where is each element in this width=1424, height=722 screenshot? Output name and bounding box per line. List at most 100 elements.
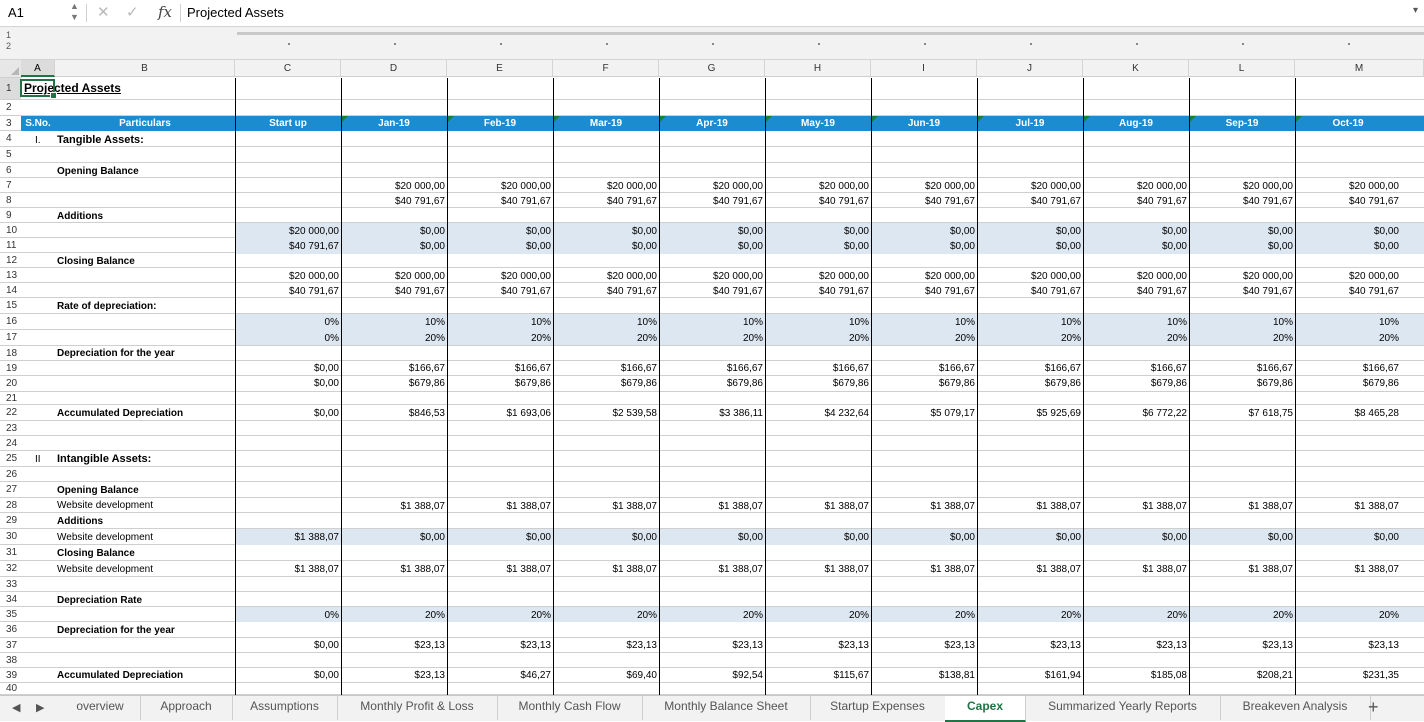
value-cell[interactable]: 20% — [659, 610, 763, 621]
row-header[interactable]: 38 — [0, 653, 21, 668]
value-cell[interactable]: $185,08 — [1083, 670, 1187, 681]
row-header[interactable]: 39 — [0, 668, 21, 683]
value-cell[interactable]: 20% — [977, 610, 1081, 621]
header-month[interactable]: May-19 — [765, 116, 871, 131]
value-cell[interactable]: $0,00 — [977, 532, 1081, 543]
sheet-tab[interactable]: Summarized Yearly Reports — [1025, 696, 1221, 720]
header-month[interactable]: Oct-19 — [1295, 116, 1401, 131]
value-cell[interactable]: $1 388,07 — [871, 564, 976, 575]
row-header[interactable]: 16 — [0, 314, 21, 330]
column-header[interactable]: K — [1083, 60, 1189, 77]
row-header[interactable]: 17 — [0, 330, 21, 346]
label-additions[interactable]: Additions — [57, 211, 103, 222]
value-cell[interactable]: $166,67 — [1295, 363, 1399, 374]
sheet-tab[interactable]: Monthly Balance Sheet — [642, 696, 811, 720]
value-cell[interactable]: $40 791,67 — [1083, 286, 1187, 297]
row-header[interactable]: 6 — [0, 163, 21, 178]
value-cell[interactable]: $23,13 — [871, 640, 975, 651]
value-cell[interactable]: 10% — [447, 317, 551, 328]
row-header[interactable]: 35 — [0, 607, 21, 622]
name-box[interactable]: A1 — [8, 5, 24, 20]
value-cell[interactable]: $846,53 — [341, 408, 445, 419]
value-cell[interactable]: 20% — [765, 333, 869, 344]
formula-warning-icon[interactable] — [448, 116, 454, 122]
value-cell[interactable]: $1 388,07 — [1189, 501, 1294, 512]
formula-warning-icon[interactable] — [660, 116, 666, 122]
formula-warning-icon[interactable] — [1296, 116, 1302, 122]
row-header[interactable]: 24 — [0, 436, 21, 451]
label-accumulated-depreciation[interactable]: Accumulated Depreciation — [57, 408, 183, 419]
value-cell[interactable]: $5 925,69 — [977, 408, 1082, 419]
row-header[interactable]: 29 — [0, 513, 21, 529]
value-cell[interactable]: $23,13 — [1189, 640, 1293, 651]
value-cell[interactable]: 20% — [765, 610, 869, 621]
row-header[interactable]: 18 — [0, 346, 21, 361]
value-cell[interactable]: $1 388,07 — [871, 501, 976, 512]
value-cell[interactable]: $679,86 — [871, 378, 975, 389]
confirm-icon[interactable]: ✓ — [126, 3, 139, 21]
value-cell[interactable]: $0,00 — [447, 532, 551, 543]
value-cell[interactable]: $23,13 — [1295, 640, 1399, 651]
value-cell[interactable]: $23,13 — [341, 640, 445, 651]
value-cell[interactable]: $1 388,07 — [765, 501, 870, 512]
value-cell[interactable]: $40 791,67 — [1189, 196, 1293, 207]
value-cell[interactable]: 10% — [765, 317, 869, 328]
row-header[interactable]: 23 — [0, 421, 21, 436]
value-cell[interactable]: 10% — [341, 317, 445, 328]
value-cell[interactable]: $0,00 — [447, 226, 551, 237]
formula-warning-icon[interactable] — [554, 116, 560, 122]
row-header[interactable]: 36 — [0, 622, 21, 638]
value-cell[interactable]: $0,00 — [341, 241, 445, 252]
value-cell[interactable]: $20 000,00 — [1083, 181, 1187, 192]
value-cell[interactable]: $0,00 — [871, 532, 975, 543]
row-header[interactable]: 15 — [0, 298, 21, 314]
header-month[interactable]: Jan-19 — [341, 116, 447, 131]
column-header[interactable]: D — [341, 60, 447, 77]
row-header[interactable]: 8 — [0, 193, 21, 208]
name-box-stepper-icon[interactable]: ▲ ▼ — [70, 1, 79, 23]
value-cell[interactable]: $166,67 — [659, 363, 763, 374]
header-month[interactable]: Apr-19 — [659, 116, 765, 131]
value-cell[interactable]: $1 388,07 — [977, 564, 1082, 575]
value-cell[interactable]: $0,00 — [1295, 532, 1399, 543]
value-cell[interactable]: $0,00 — [1189, 226, 1293, 237]
label-i-additions[interactable]: Additions — [57, 516, 103, 527]
value-cell[interactable]: 20% — [1189, 333, 1293, 344]
value-cell[interactable]: 20% — [1083, 333, 1187, 344]
value-cell[interactable]: $20 000,00 — [659, 271, 763, 282]
outline-level-1[interactable]: 1 — [6, 30, 11, 40]
value-cell[interactable]: $0,00 — [765, 241, 869, 252]
row-header[interactable]: 34 — [0, 592, 21, 607]
value-cell[interactable]: $1 388,07 — [235, 532, 340, 543]
value-cell[interactable]: $1 388,07 — [553, 564, 658, 575]
row-header[interactable]: 13 — [0, 268, 21, 283]
value-cell[interactable]: 10% — [1295, 317, 1399, 328]
value-cell[interactable]: $23,13 — [1083, 640, 1187, 651]
value-cell[interactable]: $23,13 — [553, 640, 657, 651]
value-cell[interactable]: $0,00 — [977, 241, 1081, 252]
value-cell[interactable]: $20 000,00 — [1295, 181, 1399, 192]
row-header[interactable]: 7 — [0, 178, 21, 193]
value-cell[interactable]: $0,00 — [659, 226, 763, 237]
value-cell[interactable]: $40 791,67 — [977, 196, 1081, 207]
value-cell[interactable]: $23,13 — [977, 640, 1081, 651]
row-header[interactable]: 32 — [0, 561, 21, 577]
value-cell[interactable]: $166,67 — [1189, 363, 1293, 374]
value-cell[interactable]: $20 000,00 — [659, 181, 763, 192]
value-cell[interactable]: $40 791,67 — [341, 196, 445, 207]
next-sheet-icon[interactable]: ▶ — [36, 701, 44, 714]
value-cell[interactable]: $1 693,06 — [447, 408, 552, 419]
column-header[interactable]: C — [235, 60, 341, 77]
value-cell[interactable]: 10% — [659, 317, 763, 328]
value-cell[interactable]: $3 386,11 — [659, 408, 763, 419]
label-i-depreciation-year[interactable]: Depreciation for the year — [57, 625, 175, 636]
sno-tangible[interactable]: I. — [35, 135, 41, 146]
value-cell[interactable]: 20% — [871, 610, 975, 621]
sheet-tab[interactable]: Capex — [945, 696, 1026, 722]
cancel-icon[interactable]: ✕ — [97, 3, 110, 21]
formula-warning-icon[interactable] — [766, 116, 772, 122]
value-cell[interactable]: $20 000,00 — [341, 181, 445, 192]
value-cell[interactable]: $1 388,07 — [1295, 564, 1400, 575]
prev-sheet-icon[interactable]: ◀ — [12, 701, 20, 714]
value-cell[interactable]: $1 388,07 — [235, 564, 340, 575]
